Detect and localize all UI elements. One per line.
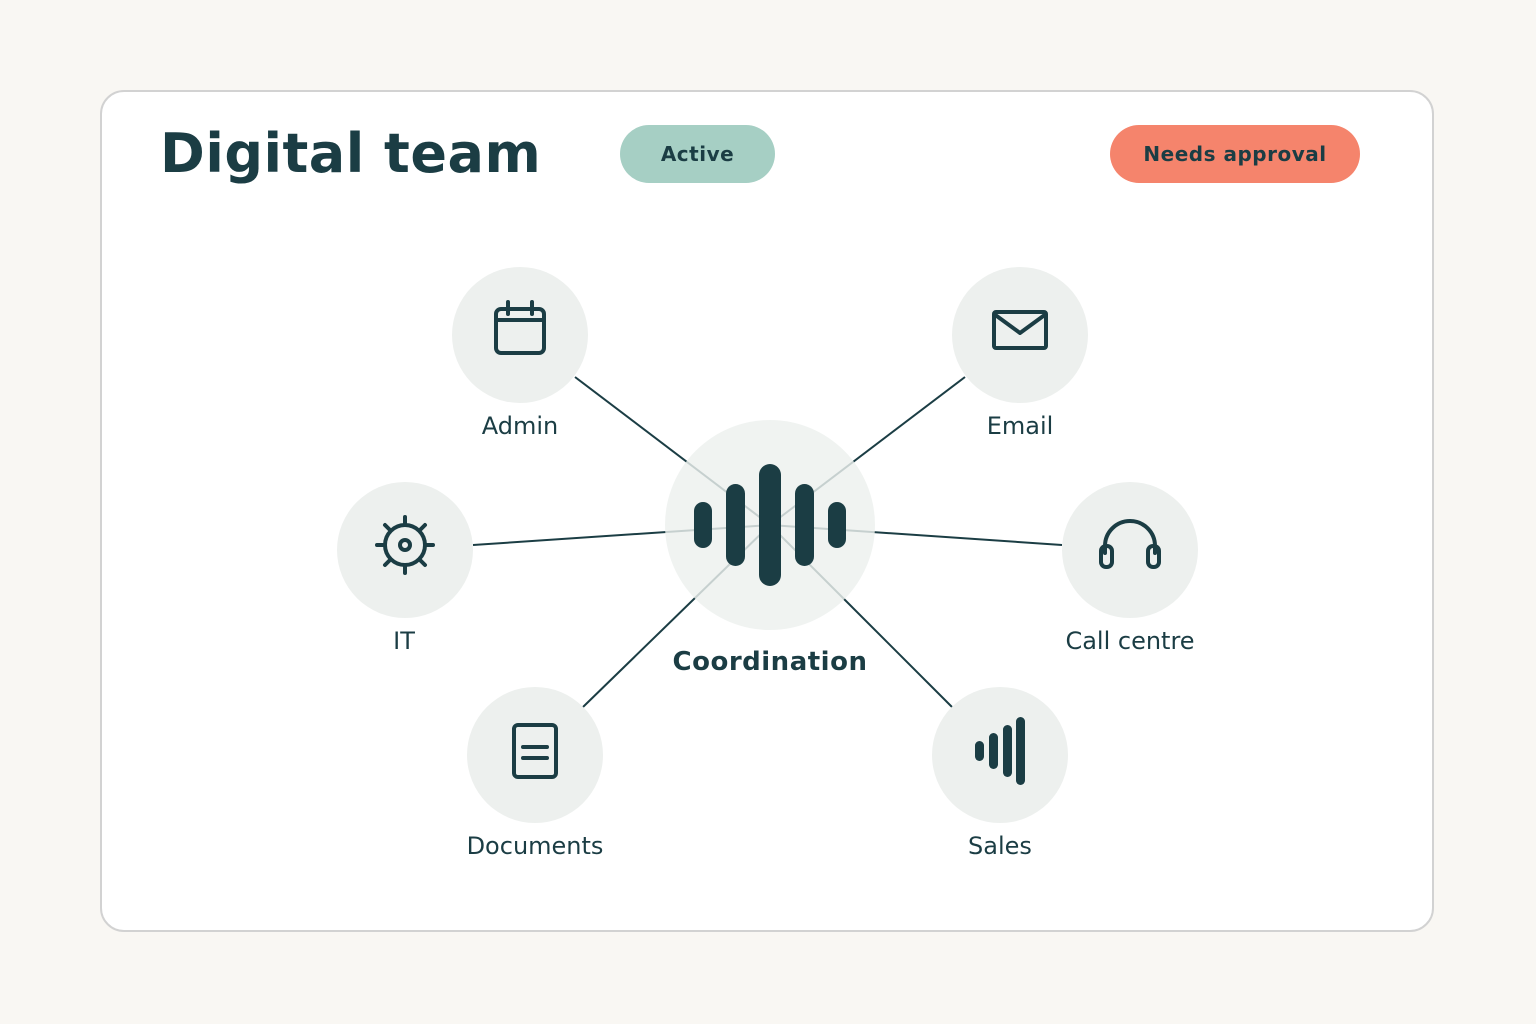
node-admin[interactable] <box>452 267 588 403</box>
node-documents[interactable] <box>467 687 603 823</box>
node-it[interactable] <box>337 482 473 618</box>
node-label-call-centre: Call centre <box>1065 627 1195 655</box>
hub-node[interactable] <box>665 420 875 630</box>
node-label-sales: Sales <box>968 832 1032 860</box>
node-call-centre[interactable] <box>1062 482 1198 618</box>
network-diagram <box>337 267 1198 823</box>
node-label-email: Email <box>986 412 1054 440</box>
node-sales[interactable] <box>932 687 1068 823</box>
node-label-it: IT <box>393 627 415 655</box>
node-label-documents: Documents <box>466 832 604 860</box>
hub-label: Coordination <box>672 647 868 677</box>
node-email[interactable] <box>952 267 1088 403</box>
node-label-admin: Admin <box>481 412 559 440</box>
